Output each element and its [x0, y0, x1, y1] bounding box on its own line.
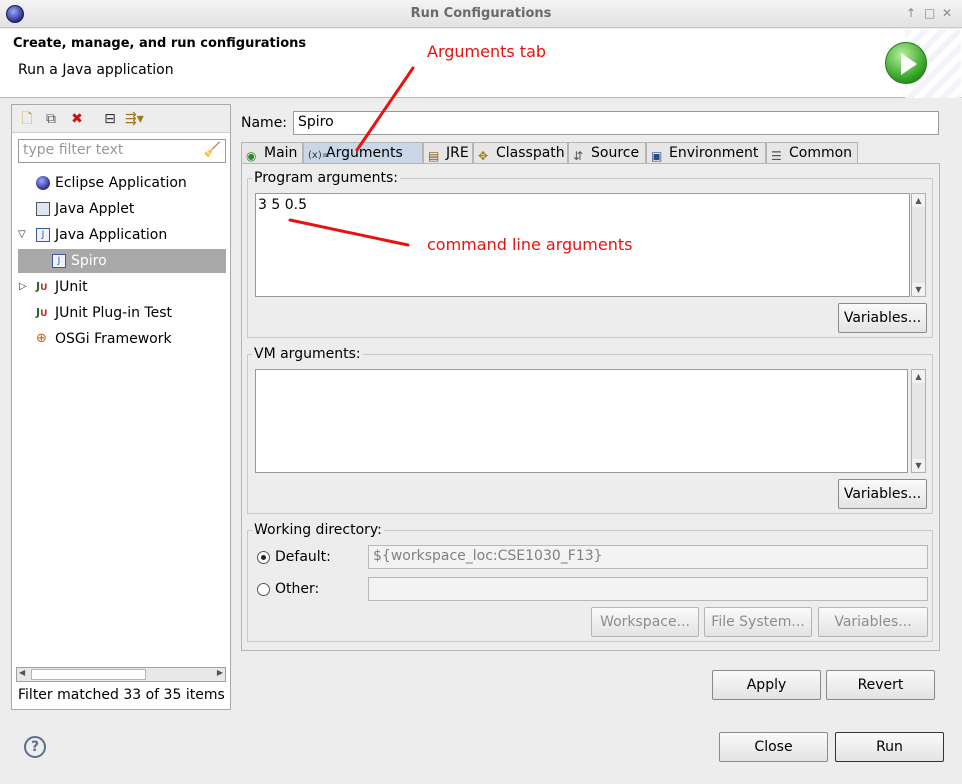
- annotation-command-line-arguments: command line arguments: [427, 235, 633, 254]
- annotation-arguments-tab: Arguments tab: [427, 42, 547, 61]
- annotation-arrow-args: [288, 218, 410, 247]
- annotation-arrow-tab: [355, 66, 415, 152]
- annotation-overlay: [288, 66, 415, 247]
